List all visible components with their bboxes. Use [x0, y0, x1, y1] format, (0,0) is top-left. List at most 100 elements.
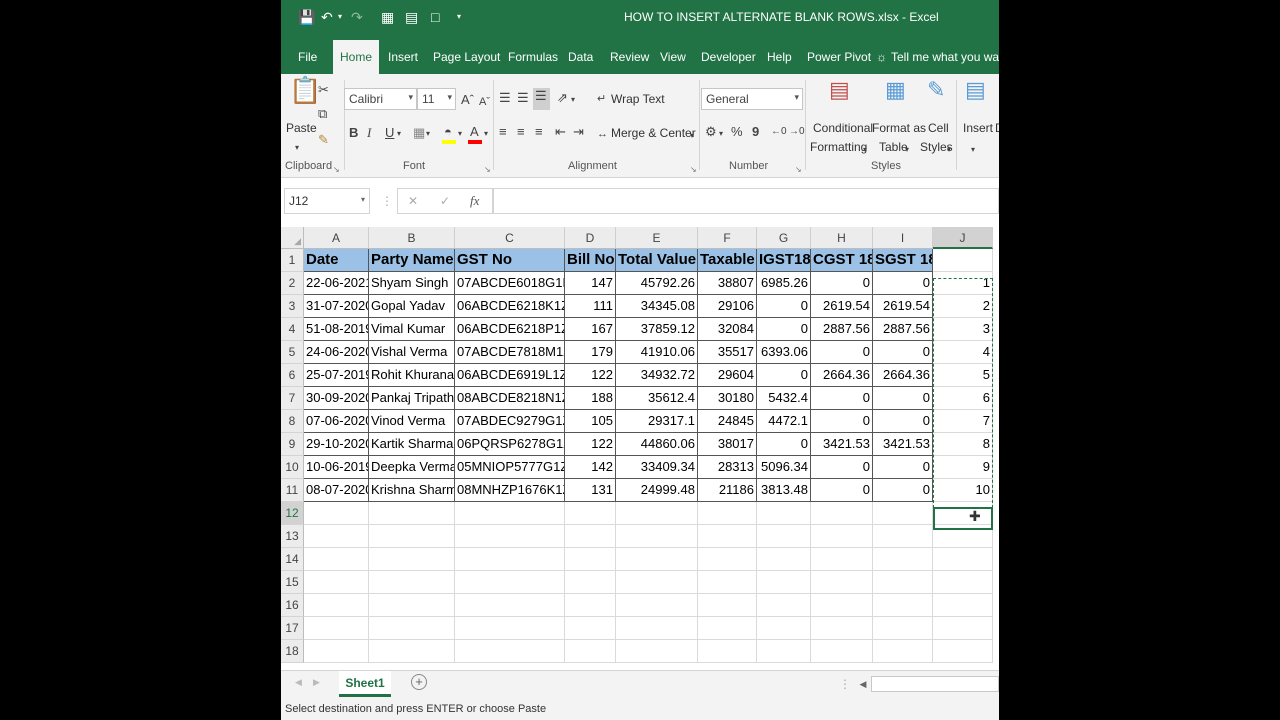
data-cell[interactable]: 38807 — [698, 272, 757, 295]
redo-icon[interactable]: ↷ — [351, 8, 363, 26]
data-cell[interactable]: 34345.08 — [616, 295, 698, 318]
row-header-15[interactable]: 15 — [281, 571, 304, 594]
empty-cell[interactable] — [811, 571, 873, 594]
new-sheet-icon[interactable]: + — [411, 674, 427, 690]
row-header-1[interactable]: 1 — [281, 249, 304, 272]
data-cell[interactable]: Vinod Verma — [369, 410, 455, 433]
data-cell[interactable]: Pankaj Tripathi — [369, 387, 455, 410]
empty-cell[interactable] — [369, 617, 455, 640]
data-cell[interactable]: 0 — [811, 410, 873, 433]
data-cell[interactable]: 51-08-2019 — [304, 318, 369, 341]
undo-icon[interactable]: ↶ — [321, 8, 333, 26]
decrease-indent-icon[interactable]: ⇤ — [555, 124, 566, 140]
font-size-combo[interactable]: 11 ▾ — [417, 88, 456, 110]
currency-icon[interactable]: ⚙ — [705, 124, 717, 140]
empty-cell[interactable] — [565, 525, 616, 548]
tab-developer[interactable]: Developer — [701, 50, 756, 64]
empty-cell[interactable] — [933, 548, 993, 571]
data-cell[interactable]: 30-09-2020 — [304, 387, 369, 410]
column-header-i[interactable]: I — [873, 227, 933, 249]
header-cell[interactable]: Taxable — [698, 249, 757, 272]
increase-decimal-icon[interactable]: ←0 — [771, 124, 787, 140]
empty-cell[interactable] — [369, 525, 455, 548]
align-center-icon[interactable]: ≡ — [517, 124, 525, 140]
number-launcher-icon[interactable]: ↘ — [795, 162, 802, 178]
tab-insert[interactable]: Insert — [388, 50, 418, 64]
underline-dropdown-icon[interactable]: ▾ — [397, 126, 401, 142]
column-header-j[interactable]: J — [933, 227, 993, 249]
number-format-combo[interactable]: General ▾ — [701, 88, 803, 110]
data-cell[interactable]: Vishal Verma — [369, 341, 455, 364]
empty-cell[interactable] — [933, 617, 993, 640]
row-header-8[interactable]: 8 — [281, 410, 304, 433]
data-cell[interactable]: 24-06-2020 — [304, 341, 369, 364]
increase-indent-icon[interactable]: ⇥ — [573, 124, 584, 140]
empty-cell[interactable] — [565, 594, 616, 617]
cut-icon[interactable]: ✂ — [318, 82, 329, 98]
row-header-9[interactable]: 9 — [281, 433, 304, 456]
data-cell[interactable]: 3421.53 — [811, 433, 873, 456]
data-cell[interactable]: 3421.53 — [873, 433, 933, 456]
data-cell[interactable]: 142 — [565, 456, 616, 479]
empty-cell[interactable] — [304, 502, 369, 525]
alignment-launcher-icon[interactable]: ↘ — [690, 162, 697, 178]
cell-styles-icon[interactable]: ✎ — [927, 79, 945, 101]
data-cell[interactable]: 07ABCDE7818M1ZL — [455, 341, 565, 364]
paste-icon[interactable]: 📋 — [289, 77, 321, 103]
align-left-icon[interactable]: ≡ — [499, 124, 507, 140]
tab-power-pivot[interactable]: Power Pivot — [807, 50, 871, 64]
empty-cell[interactable] — [369, 594, 455, 617]
data-cell[interactable]: 08-07-2020 — [304, 479, 369, 502]
header-cell[interactable]: CGST 18 — [811, 249, 873, 272]
data-cell[interactable]: 35517 — [698, 341, 757, 364]
empty-cell[interactable] — [757, 548, 811, 571]
tab-page-layout[interactable]: Page Layout — [433, 50, 500, 64]
form-icon[interactable]: □ — [431, 8, 439, 26]
select-all-corner[interactable]: ◢ — [281, 227, 304, 249]
insert-cells-button[interactable]: Insert — [963, 121, 993, 135]
empty-cell[interactable] — [757, 502, 811, 525]
empty-cell[interactable] — [811, 525, 873, 548]
header-cell[interactable]: IGST18 — [757, 249, 811, 272]
empty-cell[interactable] — [616, 594, 698, 617]
merge-center-button[interactable]: Merge & Center — [611, 126, 696, 140]
data-cell[interactable]: 0 — [873, 341, 933, 364]
empty-cell[interactable] — [873, 594, 933, 617]
empty-cell[interactable] — [455, 571, 565, 594]
empty-cell[interactable] — [616, 617, 698, 640]
font-name-combo[interactable]: Calibri ▾ — [344, 88, 417, 110]
row-header-13[interactable]: 13 — [281, 525, 304, 548]
row-header-18[interactable]: 18 — [281, 640, 304, 663]
empty-cell[interactable] — [873, 548, 933, 571]
empty-cell[interactable] — [455, 502, 565, 525]
empty-cell[interactable] — [698, 502, 757, 525]
empty-cell[interactable] — [698, 548, 757, 571]
empty-cell[interactable] — [933, 571, 993, 594]
empty-cell[interactable] — [304, 571, 369, 594]
clipboard-launcher-icon[interactable]: ↘ — [333, 162, 340, 178]
data-cell[interactable]: 6985.26 — [757, 272, 811, 295]
empty-cell[interactable] — [455, 640, 565, 663]
data-cell[interactable]: Gopal Yadav — [369, 295, 455, 318]
row-header-7[interactable]: 7 — [281, 387, 304, 410]
data-cell[interactable]: 3813.48 — [757, 479, 811, 502]
empty-cell[interactable] — [811, 617, 873, 640]
data-cell[interactable]: 07ABCDE6018G1PN — [455, 272, 565, 295]
data-cell[interactable]: 29-10-2020 — [304, 433, 369, 456]
data-cell[interactable]: 2887.56 — [811, 318, 873, 341]
percent-button[interactable]: % — [731, 124, 743, 140]
data-cell[interactable]: Shyam Singh — [369, 272, 455, 295]
data-cell[interactable]: 31-07-2020 — [304, 295, 369, 318]
tab-help[interactable]: Help — [767, 50, 792, 64]
data-cell[interactable]: 0 — [811, 341, 873, 364]
empty-cell[interactable] — [933, 640, 993, 663]
tab-file[interactable]: File — [298, 50, 317, 64]
empty-cell[interactable] — [304, 594, 369, 617]
empty-cell[interactable] — [873, 640, 933, 663]
empty-cell[interactable] — [698, 617, 757, 640]
tab-formulas[interactable]: Formulas — [508, 50, 558, 64]
data-cell[interactable]: 29106 — [698, 295, 757, 318]
formula-input[interactable] — [493, 188, 999, 214]
empty-cell[interactable] — [698, 571, 757, 594]
empty-cell[interactable] — [698, 525, 757, 548]
